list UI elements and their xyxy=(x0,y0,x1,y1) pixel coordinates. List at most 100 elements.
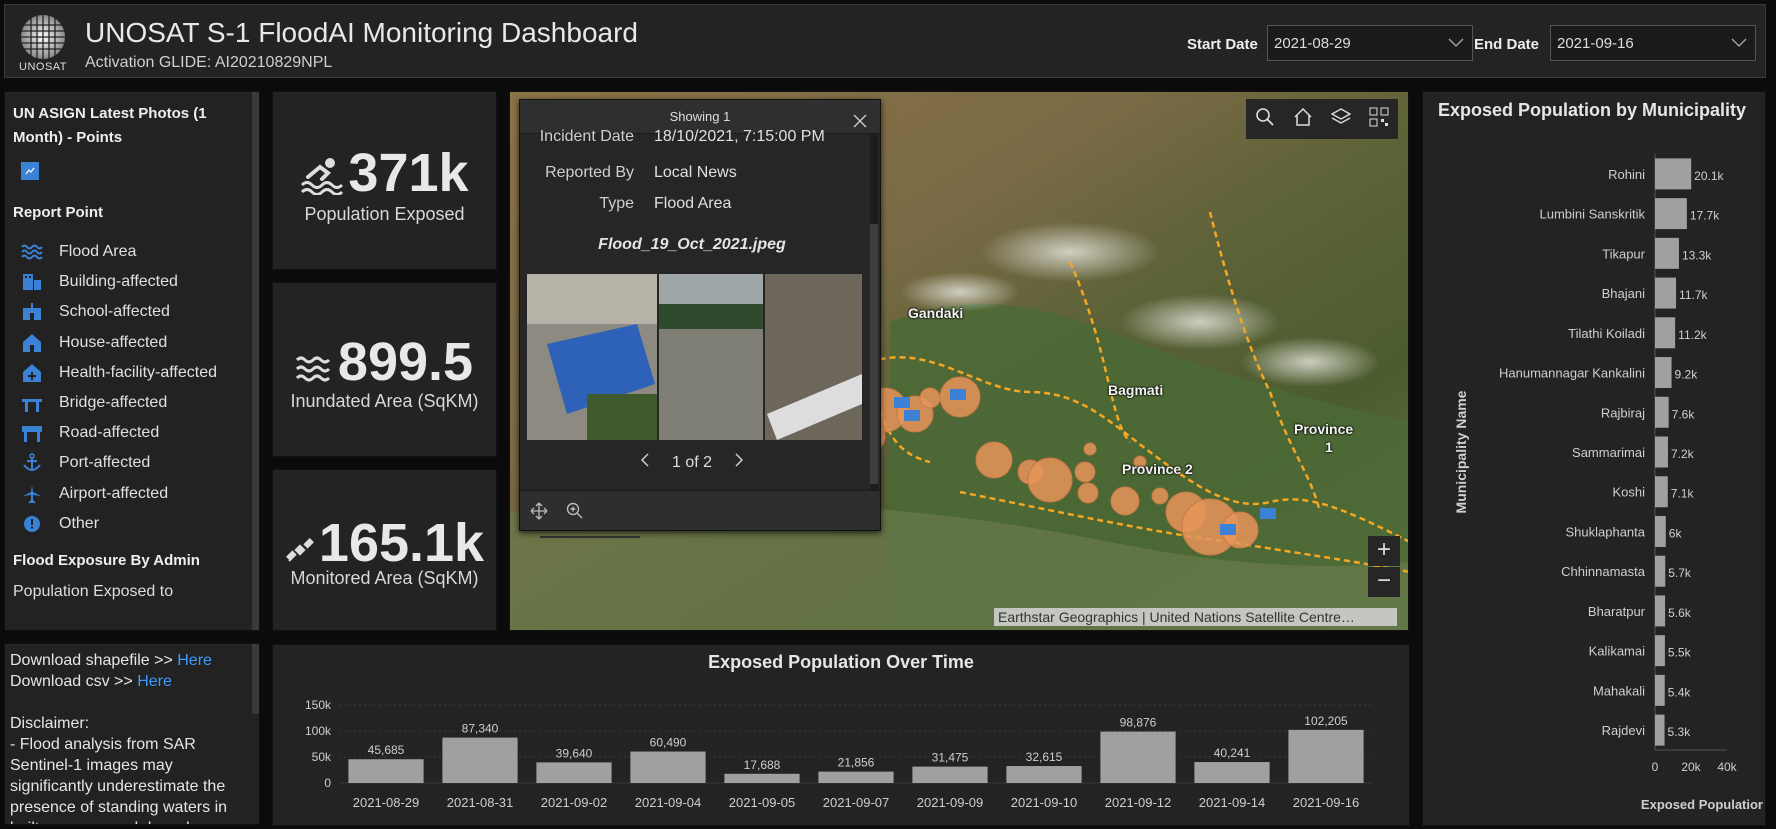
municipality-name-label: Mahakali xyxy=(1593,683,1645,698)
legend-item-label: Airport-affected xyxy=(59,484,169,502)
zoom-to-icon[interactable] xyxy=(566,502,584,525)
municipality-bar xyxy=(1655,396,1669,428)
stat-inundated-label: Inundated Area (SqKM) xyxy=(290,391,479,411)
legend-scrollbar[interactable] xyxy=(252,92,259,630)
zoom-out-button[interactable]: − xyxy=(1368,567,1400,597)
field-key: Reported By xyxy=(545,164,634,181)
layers-icon[interactable] xyxy=(1330,107,1352,132)
field-value: 18/10/2021, 7:15:00 PM xyxy=(654,128,825,145)
legend-admin-title: Flood Exposure By Admin xyxy=(13,551,200,569)
chevron-down-icon xyxy=(1448,34,1464,50)
municipality-bar xyxy=(1655,555,1666,587)
municipality-name-label: Hanumannagar Kankalini xyxy=(1499,366,1645,381)
x-tick-label: 2021-09-05 xyxy=(729,795,796,810)
x-tick-label: 2021-09-07 xyxy=(823,795,890,810)
time-bar xyxy=(912,766,988,783)
time-bar-value-label: 17,688 xyxy=(744,758,781,772)
popup-scrollbar[interactable] xyxy=(870,134,878,494)
x-tick-label: 2021-09-10 xyxy=(1011,795,1078,810)
x-axis-title: Exposed Populatior xyxy=(1641,797,1763,812)
municipality-value-label: 11.2k xyxy=(1678,328,1707,342)
municipality-name-label: Kalikamai xyxy=(1589,644,1645,659)
popup-row-incident-date: Incident Date 18/10/2021, 7:15:00 PM xyxy=(520,128,864,146)
popup-scroll-thumb[interactable] xyxy=(870,224,878,484)
legend-item-port-affected: Port-affected xyxy=(13,448,238,478)
end-date-select[interactable]: 2021-09-16 xyxy=(1550,25,1756,61)
anchor-icon xyxy=(19,452,45,474)
municipality-bar xyxy=(1655,515,1666,547)
y-tick-label: 50k xyxy=(312,750,332,764)
municipality-value-label: 20.1k xyxy=(1694,169,1724,183)
time-bar xyxy=(348,759,424,783)
building-icon xyxy=(19,271,45,293)
time-bar-value-label: 39,640 xyxy=(556,746,593,760)
legend-item-label: Flood Area xyxy=(59,243,137,261)
water-waves-icon xyxy=(295,335,332,397)
time-bar xyxy=(630,751,706,783)
time-bar xyxy=(442,737,518,783)
legend-report-title: Report Point xyxy=(13,204,103,221)
x-tick-label: 2021-09-12 xyxy=(1105,795,1172,810)
start-date-select[interactable]: 2021-08-29 xyxy=(1267,25,1473,61)
download-csv-row: Download csv >> Here xyxy=(10,671,242,692)
time-bar xyxy=(1288,729,1364,783)
legend-item-label: Bridge-affected xyxy=(59,394,168,412)
municipality-bar xyxy=(1655,237,1679,269)
y-tick-label: 100k xyxy=(305,724,332,738)
search-icon[interactable] xyxy=(1255,107,1275,132)
road-icon xyxy=(19,422,45,444)
download-shapefile-text: Download shapefile >> xyxy=(10,652,178,669)
start-date-value: 2021-08-29 xyxy=(1274,35,1351,52)
popup-count: Showing 1 xyxy=(669,109,731,124)
time-bar-value-label: 45,685 xyxy=(368,743,405,757)
map-label-province-2: Province 2 xyxy=(1122,461,1193,477)
municipality-name-label: Chhinnamasta xyxy=(1561,564,1646,579)
chevron-left-icon[interactable] xyxy=(640,453,650,472)
home-icon[interactable] xyxy=(1293,107,1313,132)
legend-item-label: Health-facility-affected xyxy=(59,363,217,381)
x-tick-label: 2021-08-29 xyxy=(353,795,420,810)
field-key: Incident Date xyxy=(539,128,634,145)
legend-admin-text: Population Exposed to xyxy=(13,582,174,600)
field-key: Type xyxy=(599,195,634,212)
municipality-value-label: 9.2k xyxy=(1675,368,1699,382)
stat-card-monitored: 165.1k Monitored Area (SqKM) xyxy=(272,469,497,631)
map-toolbar xyxy=(1246,99,1398,139)
time-bar-value-label: 40,241 xyxy=(1214,746,1251,760)
chevron-right-icon[interactable] xyxy=(734,453,744,472)
feature-popup[interactable]: Showing 1 Incident Date 18/10/2021, 7:15:… xyxy=(519,99,881,531)
time-bar xyxy=(536,762,612,783)
municipality-bar xyxy=(1655,674,1665,706)
legend-item-label: Other xyxy=(59,514,100,532)
download-shapefile-row: Download shapefile >> Here xyxy=(10,650,242,671)
field-value: Flood Area xyxy=(654,195,732,212)
municipality-value-label: 6k xyxy=(1669,526,1683,540)
bridge-icon xyxy=(19,392,45,414)
municipality-name-label: Rohini xyxy=(1608,167,1645,182)
time-bar xyxy=(1194,762,1270,783)
municipality-name-label: Tikapur xyxy=(1602,246,1646,261)
legend-photos-title: UN ASIGN Latest Photos (1 Month) - Point… xyxy=(13,105,207,146)
municipality-value-label: 5.3k xyxy=(1668,725,1692,739)
legend-item-label: School-affected xyxy=(59,303,170,321)
map-label-gandaki: Gandaki xyxy=(908,305,964,321)
map-label-bagmati: Bagmati xyxy=(1108,382,1164,398)
pan-icon[interactable] xyxy=(530,502,548,525)
info-scrollbar[interactable] xyxy=(252,644,259,714)
popup-image-carousel[interactable] xyxy=(527,274,862,440)
end-date-value: 2021-09-16 xyxy=(1557,35,1634,52)
download-csv-text: Download csv >> xyxy=(10,673,138,690)
shapefile-link[interactable]: Here xyxy=(177,652,212,669)
stat-card-inundated: 899.5 Inundated Area (SqKM) xyxy=(272,282,497,457)
csv-link[interactable]: Here xyxy=(137,673,172,690)
time-bar-value-label: 102,205 xyxy=(1304,714,1348,728)
municipality-name-label: Shuklaphanta xyxy=(1565,524,1645,539)
map-label-province-1a: Province xyxy=(1294,421,1354,437)
stat-population-row: 371k xyxy=(273,142,496,208)
qr-code-icon[interactable] xyxy=(1369,107,1389,132)
disclaimer-text: - Flood analysis from SAR Sentinel-1 ima… xyxy=(10,736,228,824)
map-view[interactable]: Gandaki Bagmati Province 2 Province 1 Sh… xyxy=(509,91,1409,631)
legend-item-health-facility-affected: Health-facility-affected xyxy=(13,358,238,388)
zoom-in-button[interactable]: + xyxy=(1368,536,1400,566)
municipality-bar xyxy=(1655,317,1676,349)
